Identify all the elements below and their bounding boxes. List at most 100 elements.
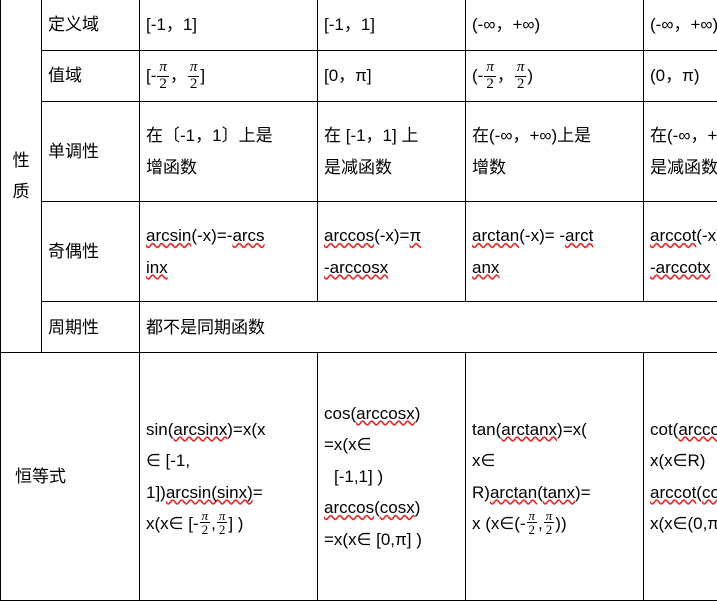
identity-text: cos( xyxy=(324,403,357,423)
parity-text: (-x)= - xyxy=(519,226,566,246)
range-bracket-open: [- xyxy=(146,65,157,85)
fraction-denominator: 2 xyxy=(201,522,209,538)
fraction-pi-over-2: π2 xyxy=(526,508,538,538)
row-label-parity: 奇偶性 xyxy=(41,201,140,303)
identity-text: tan( xyxy=(472,419,502,439)
identity-line-1: cot(arccotx)= xyxy=(650,414,717,445)
group-label-properties: 性 质 xyxy=(0,0,42,354)
cell-parity-arctan: arctan(-x)= -arct anx xyxy=(465,201,644,303)
row-label-periodicity: 周期性 xyxy=(41,301,140,354)
fraction-numerator: π xyxy=(514,59,527,77)
misspelled-word: π xyxy=(409,226,422,246)
table-row-periodicity: 周期性 都不是同期函数 xyxy=(1,301,717,354)
parity-line-2: -arccosx xyxy=(324,252,459,283)
range-comma: ， xyxy=(496,65,514,85)
cell-domain-arccos: [-1，1] xyxy=(317,0,466,51)
row-label-identities: 恒等式 xyxy=(0,352,140,601)
mono-line-1: 在(-∞，+∞)上 xyxy=(650,126,717,146)
misspelled-word: -arccotx xyxy=(650,257,711,277)
mono-line-2: 是减函数 xyxy=(324,157,392,177)
fraction-pi-over-2: π2 xyxy=(216,508,228,538)
cell-monotonicity-arccot: 在(-∞，+∞)上 是减函数 xyxy=(643,101,717,203)
misspelled-word: cotx xyxy=(701,482,717,502)
parity-line-1: arcsin(-x)=-arcs xyxy=(146,220,311,251)
cell-parity-arccot: arccot(-x)=π -arccotx xyxy=(643,201,717,303)
group-label-char-2: 质 xyxy=(12,182,30,202)
row-label-range: 值域 xyxy=(41,49,140,103)
identity-text: )=x(x xyxy=(227,419,266,439)
cell-identity-arcsin: sin(arcsinx)=x(x ∈ [-1, 1])arcsin(sinx)=… xyxy=(139,352,318,601)
misspelled-word: arctan xyxy=(489,482,538,502)
identity-text: )=x( xyxy=(557,419,587,439)
identity-line-3: R)arctan(tanx)= xyxy=(472,477,637,508)
range-comma: ， xyxy=(169,65,187,85)
identity-text: )) xyxy=(555,514,567,534)
fraction-numerator: π xyxy=(187,59,200,77)
misspelled-word: arccotx xyxy=(678,419,717,439)
misspelled-word: arcsinx xyxy=(173,419,228,439)
identity-line-1: cos(arccosx) xyxy=(324,398,459,429)
parity-line-2: -arccotx xyxy=(650,252,717,283)
parity-text: (-x)=- xyxy=(191,226,233,246)
fraction-numerator: π xyxy=(157,59,169,77)
fraction-numerator: π xyxy=(484,59,496,77)
identity-text: ) xyxy=(414,403,421,423)
fraction-pi-over-2: π2 xyxy=(187,59,200,92)
parity-line-2: anx xyxy=(472,252,637,283)
cell-identity-arccot: cot(arccotx)= x(x∈R) arccot(cotx)= x(x∈(… xyxy=(643,352,717,601)
mono-line-2: 是减函数 xyxy=(650,157,717,177)
identity-line-2: ∈ [-1, xyxy=(146,451,191,471)
cell-periodicity-all: 都不是同期函数 xyxy=(139,301,717,354)
mono-line-2: 增数 xyxy=(472,157,506,177)
identity-line-1: tan(arctanx)=x( xyxy=(472,414,637,445)
fraction-denominator: 2 xyxy=(159,75,167,92)
identity-text: cot( xyxy=(650,419,679,439)
identity-line-1: sin(arcsinx)=x(x xyxy=(146,414,311,445)
identity-line-4: x(x∈ [- π 2, π 2] ) xyxy=(146,508,311,539)
identity-text: 1]) xyxy=(146,482,166,502)
cell-monotonicity-arctan: 在(-∞，+∞)上是 增数 xyxy=(465,101,644,203)
identity-text: sin( xyxy=(146,419,174,439)
misspelled-word: arccos xyxy=(324,226,375,246)
misspelled-word: arccot xyxy=(650,482,697,502)
misspelled-word: arcs xyxy=(232,226,265,246)
table-row-domain: 性 质 定义域 [-1，1] [-1，1] (-∞，+∞) (-∞，+∞) xyxy=(0,0,717,354)
table-row-identities: 恒等式 sin(arcsinx)=x(x ∈ [-1, 1])arcsin(si… xyxy=(0,352,717,601)
fraction-denominator: 2 xyxy=(218,522,226,538)
cell-domain-arctan: (-∞，+∞) xyxy=(465,0,644,51)
identity-line-5: =x(x∈ [0,π] ) xyxy=(324,529,422,549)
parity-text: (-x)= xyxy=(374,226,410,246)
fraction-denominator: 2 xyxy=(528,522,536,538)
identity-text: )= xyxy=(575,482,591,502)
fraction-numerator: π xyxy=(199,508,211,524)
fraction-denominator: 2 xyxy=(486,75,494,92)
identity-line-2: x(x∈R) xyxy=(650,451,706,471)
identity-text: , xyxy=(211,514,216,534)
identity-line-3: 1])arcsin(sinx)= xyxy=(146,477,311,508)
parity-line-2: inx xyxy=(146,252,311,283)
fraction-numerator: π xyxy=(543,508,555,524)
table-row-range: 值域 [- π 2， π 2] [0，π] (- π 2， π 2) (0，π) xyxy=(1,49,717,103)
cell-identity-arctan: tan(arctanx)=x( x∈ R)arctan(tanx)= x (x∈… xyxy=(465,352,644,601)
identity-text: x(x∈ [- xyxy=(146,514,199,534)
misspelled-word: arct xyxy=(565,226,594,246)
misspelled-word: arccos xyxy=(324,498,375,518)
identity-line-2: =x(x∈ xyxy=(324,435,372,455)
misspelled-word: arctanx xyxy=(501,419,558,439)
cell-parity-arcsin: arcsin(-x)=-arcs inx xyxy=(139,201,318,303)
table-row-monotonicity: 单调性 在〔-1，1〕上是 增函数 在 [-1，1] 上 是减函数 在(-∞，+… xyxy=(1,101,717,203)
range-paren-open: (- xyxy=(472,65,484,85)
identity-text: ] ) xyxy=(228,514,244,534)
parity-line-1: arccot(-x)=π xyxy=(650,220,717,251)
identity-line-3: [-1,1] ) xyxy=(334,466,384,486)
fraction-numerator: π xyxy=(526,508,538,524)
identity-text: R) xyxy=(472,482,490,502)
parity-text: (-x)= xyxy=(696,226,717,246)
inverse-trig-properties-table: 性 质 定义域 [-1，1] [-1，1] (-∞，+∞) (-∞，+∞) 值域… xyxy=(0,0,717,601)
fraction-numerator: π xyxy=(216,508,228,524)
row-label-domain: 定义域 xyxy=(41,0,140,51)
group-label-char-1: 性 xyxy=(12,150,30,170)
cell-parity-arccos: arccos(-x)=π -arccosx xyxy=(317,201,466,303)
fraction-pi-over-2: π2 xyxy=(543,508,555,537)
row-label-monotonicity: 单调性 xyxy=(41,101,140,203)
